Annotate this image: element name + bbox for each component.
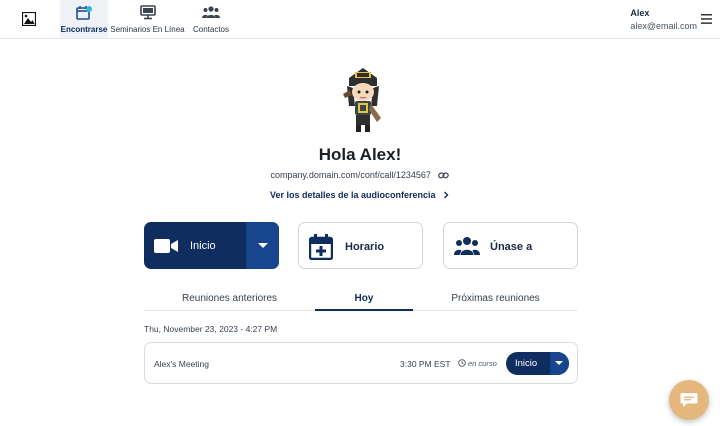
people-icon bbox=[202, 6, 220, 18]
meeting-row[interactable]: Alex's Meeting 3:30 PM EST en curso Inic… bbox=[144, 342, 578, 384]
active-tab-indicator bbox=[315, 309, 413, 311]
join-label: Únase a bbox=[490, 241, 533, 253]
calendar-add-icon bbox=[309, 234, 333, 260]
tab-upcoming-meetings[interactable]: Próximas reuniones bbox=[413, 293, 578, 304]
hamburger-menu-icon[interactable] bbox=[701, 14, 712, 24]
image-logo-icon[interactable] bbox=[22, 12, 36, 26]
avatar-illustration bbox=[343, 68, 381, 132]
video-camera-icon bbox=[154, 239, 178, 253]
user-info[interactable]: Alex alex@email.com bbox=[630, 8, 697, 31]
join-button[interactable]: Únase a bbox=[443, 222, 578, 269]
meeting-status-label: en curso bbox=[468, 359, 497, 368]
monitor-icon bbox=[139, 5, 156, 20]
nav-contactos[interactable]: Contactos bbox=[190, 0, 232, 38]
conference-url-row: company.domain.com/conf/call/1234567 bbox=[0, 170, 720, 180]
chat-button[interactable] bbox=[669, 380, 709, 420]
start-meeting-split-button: Inicio bbox=[144, 222, 279, 269]
user-email: alex@email.com bbox=[630, 21, 697, 31]
date-label: Thu, November 23, 2023 - 4:27 PM bbox=[144, 324, 278, 334]
user-name: Alex bbox=[630, 8, 650, 18]
tab-previous-meetings[interactable]: Reuniones anteriores bbox=[144, 293, 315, 304]
schedule-label: Horario bbox=[345, 241, 385, 253]
nav-label: Contactos bbox=[192, 25, 230, 34]
start-label: Inicio bbox=[190, 240, 216, 252]
calendar-video-icon bbox=[76, 6, 92, 20]
nav-encontrarse[interactable]: Encontrarse bbox=[60, 0, 108, 38]
chevron-right-icon bbox=[444, 191, 449, 199]
details-link-label: Ver los detalles de la audioconferencia bbox=[269, 190, 436, 200]
chat-bubble-icon bbox=[680, 393, 698, 407]
meeting-time: 3:30 PM EST bbox=[400, 359, 451, 369]
tab-today[interactable]: Hoy bbox=[315, 293, 413, 304]
nav-seminarios[interactable]: Seminarios En Línea bbox=[110, 0, 185, 38]
link-icon[interactable] bbox=[438, 171, 450, 180]
clock-icon bbox=[458, 359, 466, 367]
caret-down-icon bbox=[258, 243, 268, 248]
schedule-button[interactable]: Horario bbox=[298, 222, 423, 269]
conference-url: company.domain.com/conf/call/1234567 bbox=[270, 170, 431, 180]
meeting-name: Alex's Meeting bbox=[154, 359, 210, 369]
meeting-options-dropdown[interactable] bbox=[550, 352, 569, 375]
caret-down-icon bbox=[555, 361, 563, 365]
nav-label: Encontrarse bbox=[60, 25, 108, 34]
start-meeting-button[interactable]: Inicio bbox=[144, 222, 246, 269]
top-navigation-bar: Encontrarse Seminarios En Línea Contacto… bbox=[0, 0, 720, 39]
meetings-tabs: Reuniones anteriores Hoy Próximas reunio… bbox=[144, 289, 578, 311]
start-options-dropdown[interactable] bbox=[246, 222, 279, 269]
greeting-title: Hola Alex! bbox=[318, 145, 402, 164]
meeting-start-split-button: Inicio bbox=[506, 352, 569, 375]
people-group-icon bbox=[454, 237, 480, 255]
meeting-status: en curso bbox=[458, 359, 497, 368]
nav-label: Seminarios En Línea bbox=[110, 25, 185, 34]
audio-conference-details-link[interactable]: Ver los detalles de la audioconferencia bbox=[0, 190, 720, 200]
meeting-start-button[interactable]: Inicio bbox=[515, 358, 537, 369]
